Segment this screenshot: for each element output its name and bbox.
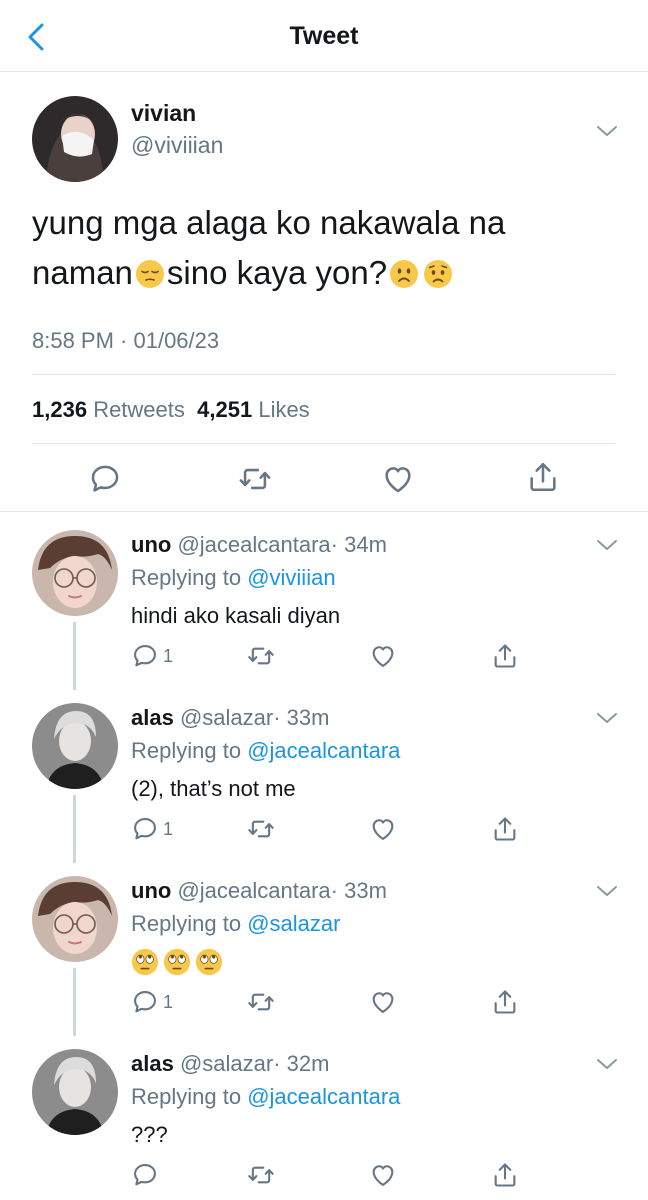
author-name[interactable]: vivian (131, 100, 196, 127)
replying-label: Replying to (131, 911, 242, 936)
reply-icon[interactable] (88, 462, 122, 496)
reply-actions: 1 (131, 642, 531, 672)
author-name[interactable]: uno (131, 878, 171, 903)
reply-text: (2), that’s not me (131, 776, 296, 801)
author-handle[interactable]: @salazar (180, 705, 273, 730)
author-name[interactable]: alas (131, 1051, 174, 1076)
reply-time: · 33m (273, 705, 330, 730)
reply-tweet[interactable]: alas @salazar· 32m Replying to @jacealca… (0, 1031, 648, 1200)
worried-face-icon (423, 259, 453, 289)
replying-label: Replying to (131, 1084, 242, 1109)
tweet-text-line1: yung mga alaga ko nakawala na (32, 204, 506, 241)
page-title: Tweet (289, 22, 359, 50)
author-handle[interactable]: @salazar (180, 1051, 273, 1076)
reply-time: · 33m (330, 878, 387, 903)
reply-icon[interactable] (131, 815, 159, 843)
author-name[interactable]: alas (131, 705, 174, 730)
replying-to-link[interactable]: @salazar (247, 911, 340, 936)
share-icon[interactable] (526, 460, 560, 494)
tweet-text: yung mga alaga ko nakawala na naman sino … (32, 198, 592, 298)
heart-icon[interactable] (369, 1161, 397, 1189)
replying-to: Replying to @viviiian (131, 565, 336, 591)
avatar[interactable] (32, 703, 118, 789)
reply-text: hindi ako kasali diyan (131, 603, 341, 628)
reply-time: · 32m (273, 1051, 330, 1076)
reply-icon[interactable] (131, 642, 159, 670)
author-name[interactable]: uno (131, 532, 171, 557)
frowning-face-icon (389, 259, 419, 289)
author-handle[interactable]: @jacealcantara (177, 532, 330, 557)
retweet-icon[interactable] (238, 462, 272, 496)
author-handle[interactable]: @viviiian (131, 132, 223, 159)
reply-time: · 34m (330, 532, 387, 557)
chevron-down-icon[interactable] (596, 1057, 618, 1071)
reply-count: 1 (163, 646, 174, 666)
tweet-stats: 1,236 Retweets 4,251 Likes (32, 397, 310, 423)
share-icon[interactable] (491, 642, 519, 670)
chevron-down-icon[interactable] (596, 538, 618, 552)
reply-text: ??? (131, 1122, 168, 1147)
reply-header: uno @jacealcantara· 33m (131, 878, 387, 904)
retweet-icon[interactable] (247, 642, 275, 670)
replying-to-link[interactable]: @viviiian (247, 565, 335, 590)
retweets-count[interactable]: 1,236 (32, 397, 87, 422)
reply-actions: 1 (131, 815, 531, 845)
reply-text (131, 948, 223, 977)
chevron-down-icon[interactable] (596, 124, 618, 138)
heart-icon[interactable] (381, 462, 415, 496)
tweet-timestamp: 8:58 PM · 01/06/23 (32, 328, 220, 353)
divider (32, 443, 616, 444)
reply-tweet[interactable]: uno @jacealcantara· 34m Replying to @viv… (0, 512, 648, 685)
author-handle[interactable]: @jacealcantara (177, 878, 330, 903)
likes-count[interactable]: 4,251 (197, 397, 252, 422)
retweet-icon[interactable] (247, 815, 275, 843)
share-icon[interactable] (491, 815, 519, 843)
eye-roll-icon (131, 948, 159, 976)
tweet-actions (0, 458, 648, 498)
heart-icon[interactable] (369, 815, 397, 843)
reply-header: alas @salazar· 32m (131, 1051, 329, 1077)
chevron-down-icon[interactable] (596, 711, 618, 725)
replying-label: Replying to (131, 565, 242, 590)
share-icon[interactable] (491, 988, 519, 1016)
replying-to-link[interactable]: @jacealcantara (247, 738, 400, 763)
reply-tweet[interactable]: uno @jacealcantara· 33m Replying to @sal… (0, 858, 648, 1031)
replying-to-link[interactable]: @jacealcantara (247, 1084, 400, 1109)
replying-to: Replying to @salazar (131, 911, 340, 937)
reply-actions: 1 (131, 988, 531, 1018)
reply-icon[interactable] (131, 988, 159, 1016)
avatar[interactable] (32, 96, 118, 182)
tweet-text-line2a: naman (32, 254, 133, 291)
likes-label[interactable]: Likes (258, 397, 309, 422)
replying-to: Replying to @jacealcantara (131, 738, 400, 764)
avatar[interactable] (32, 1049, 118, 1135)
tweet-text-line2b: sino kaya yon? (166, 254, 388, 291)
reply-count: 1 (163, 992, 174, 1012)
chevron-down-icon[interactable] (596, 884, 618, 898)
replying-label: Replying to (131, 738, 242, 763)
heart-icon[interactable] (369, 642, 397, 670)
divider (32, 374, 616, 375)
reply-header: uno @jacealcantara· 34m (131, 532, 387, 558)
reply-header: alas @salazar· 33m (131, 705, 329, 731)
reply-actions (131, 1161, 531, 1191)
pensive-face-icon (135, 259, 165, 289)
replying-to: Replying to @jacealcantara (131, 1084, 400, 1110)
reply-tweet[interactable]: alas @salazar· 33m Replying to @jacealca… (0, 685, 648, 858)
heart-icon[interactable] (369, 988, 397, 1016)
retweet-icon[interactable] (247, 988, 275, 1016)
eye-roll-icon (195, 948, 223, 976)
retweets-label[interactable]: Retweets (93, 397, 185, 422)
top-nav-bar: Tweet (0, 0, 648, 72)
reply-count: 1 (163, 819, 174, 839)
reply-icon[interactable] (131, 1161, 159, 1189)
retweet-icon[interactable] (247, 1161, 275, 1189)
eye-roll-icon (163, 948, 191, 976)
avatar[interactable] (32, 530, 118, 616)
share-icon[interactable] (491, 1161, 519, 1189)
avatar[interactable] (32, 876, 118, 962)
